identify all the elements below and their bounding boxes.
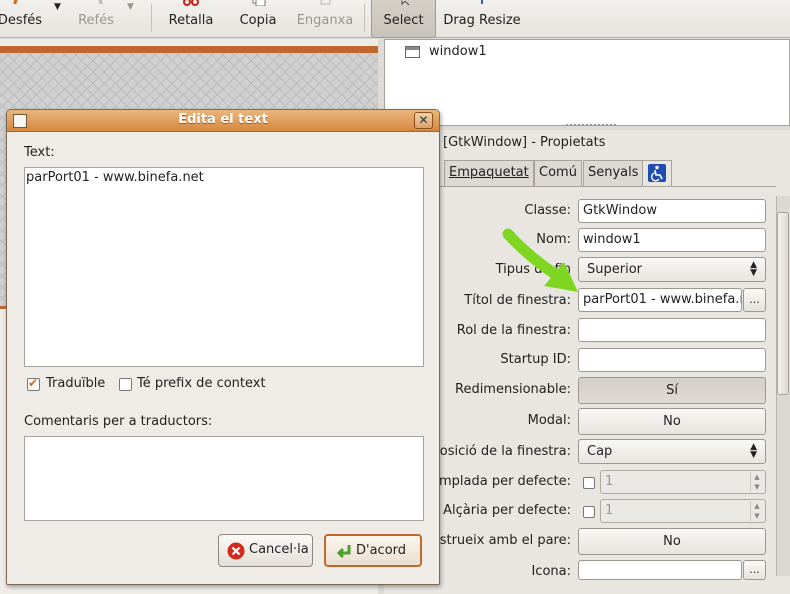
toolbar-separator (151, 4, 152, 32)
translatable-checkbox[interactable] (27, 376, 40, 391)
copy-label: Copia (239, 13, 277, 28)
main-toolbar: Desfés ▼ Refés ▼ Retalla Copia Enganxa S… (0, 0, 790, 38)
undo-label: Desfés (0, 13, 43, 28)
tab-label: Senyals (588, 165, 639, 180)
prop-label-icona: Icona: (531, 564, 571, 579)
ok-label: D'acord (356, 543, 407, 558)
classe-field[interactable]: GtkWindow (578, 199, 766, 223)
prop-label-posicio: Posició de la finestra: (432, 444, 571, 459)
nom-field[interactable]: window1 (578, 228, 766, 252)
design-window-titlebar (0, 46, 378, 53)
select-label: Select (383, 13, 424, 28)
combo-arrows-icon: ▲ ▼ (750, 260, 757, 278)
tipus-combo[interactable]: Superior ▲ ▼ (578, 257, 766, 282)
tab-label: Empaquetat (449, 165, 529, 180)
cancel-label: Cancel·la (249, 542, 309, 557)
scrollbar-thumb[interactable] (777, 212, 789, 395)
paste-button[interactable]: Enganxa (295, 0, 355, 38)
redo-button[interactable]: Refés (74, 0, 118, 38)
amplada-spinner[interactable]: 1 ▲ ▼ (600, 470, 766, 494)
annotation-arrow-icon (502, 228, 578, 292)
cancel-icon (227, 542, 245, 560)
prop-label-redim: Redimensionable: (455, 382, 571, 397)
select-button[interactable]: Select (371, 0, 436, 38)
redimensionable-toggle[interactable]: Sí (578, 377, 766, 404)
redo-label: Refés (78, 13, 114, 28)
widget-tree[interactable]: window1 (384, 39, 790, 126)
text-input[interactable]: parPort01 - www.binefa.net (24, 167, 424, 367)
comments-input[interactable] (24, 436, 424, 521)
window-icon (405, 46, 420, 58)
tab-accessibility[interactable] (642, 160, 672, 186)
icona-field[interactable] (578, 560, 742, 580)
undo-button[interactable]: Desfés (0, 0, 46, 38)
alcaria-value: 1 (605, 503, 614, 518)
titol-edit-button[interactable]: ... (743, 288, 766, 312)
posicio-value: Cap (587, 444, 613, 459)
cut-label: Retalla (168, 13, 214, 28)
move-icon (477, 0, 487, 4)
properties-title: [GtkWindow] - Propietats (443, 135, 606, 150)
scissors-icon (183, 0, 199, 6)
prop-label-startup: Startup ID: (500, 352, 571, 367)
undo-icon (13, 0, 19, 5)
accessibility-icon (648, 164, 666, 182)
prop-label-rol: Rol de la finestra: (456, 323, 571, 338)
tab-label: Comú (539, 165, 577, 180)
translatable-label[interactable]: Traduïble (46, 376, 105, 391)
text-input-value: parPort01 - www.binefa.net (26, 170, 204, 185)
icona-browse-button[interactable]: ... (743, 560, 766, 580)
cut-button[interactable]: Retalla (166, 0, 216, 38)
spin-arrows-icon[interactable]: ▲ ▼ (750, 472, 763, 492)
titol-field[interactable]: parPort01 - www.binefa.n (578, 288, 742, 312)
tipus-value: Superior (587, 262, 642, 277)
context-prefix-checkbox[interactable] (119, 378, 132, 391)
copy-button[interactable]: Copia (236, 0, 280, 38)
pane-resize-handle[interactable] (566, 124, 616, 128)
copy-icon (252, 0, 266, 6)
comments-label: Comentaris per a traductors: (24, 414, 213, 429)
redo-icon (97, 0, 103, 5)
edit-text-dialog: Edita el text ✕ Text: parPort01 - www.bi… (6, 109, 440, 585)
prop-label-destrueix: Destrueix amb el pare: (421, 533, 571, 548)
cancel-button[interactable]: Cancel·la (218, 534, 313, 567)
ok-button[interactable]: D'acord (324, 534, 422, 567)
tab-comu[interactable]: Comú (534, 160, 582, 186)
paste-label: Enganxa (296, 13, 354, 28)
undo-dropdown-icon[interactable]: ▼ (54, 2, 61, 12)
close-icon[interactable]: ✕ (414, 112, 433, 129)
text-label: Text: (24, 145, 55, 160)
destrueix-toggle[interactable]: No (578, 528, 766, 555)
posicio-combo[interactable]: Cap ▲ ▼ (578, 439, 766, 464)
startup-field[interactable] (578, 348, 766, 372)
redo-dropdown-icon[interactable]: ▼ (127, 2, 134, 12)
dialog-titlebar[interactable]: Edita el text ✕ (7, 110, 439, 132)
amplada-value: 1 (605, 474, 614, 489)
dialog-title: Edita el text (178, 112, 268, 127)
prop-label-alcaria: Alçària per defecte: (443, 503, 571, 518)
drag-resize-button[interactable]: Drag Resize (440, 0, 524, 38)
pointer-icon (401, 0, 409, 6)
prop-label-amplada: Amplada per defecte: (430, 474, 571, 489)
alcaria-spinner[interactable]: 1 ▲ ▼ (600, 499, 766, 523)
drag-resize-label: Drag Resize (443, 13, 521, 28)
modal-toggle[interactable]: No (578, 408, 766, 435)
tab-empaquetat[interactable]: Empaquetat (444, 160, 534, 186)
rol-field[interactable] (578, 318, 766, 342)
prop-label-classe: Classe: (524, 203, 571, 218)
paste-icon (320, 0, 331, 5)
spin-arrows-icon[interactable]: ▲ ▼ (750, 501, 763, 521)
ok-return-icon (336, 545, 351, 559)
alcaria-checkbox[interactable] (583, 506, 595, 518)
context-prefix-label[interactable]: Té prefix de context (137, 376, 266, 391)
combo-arrows-icon: ▲ ▼ (750, 442, 757, 460)
prop-label-modal: Modal: (527, 413, 571, 428)
toolbar-separator (364, 4, 365, 32)
amplada-checkbox[interactable] (583, 477, 595, 489)
tree-row-label: window1 (429, 44, 487, 59)
tab-senyals[interactable]: Senyals (583, 160, 644, 186)
